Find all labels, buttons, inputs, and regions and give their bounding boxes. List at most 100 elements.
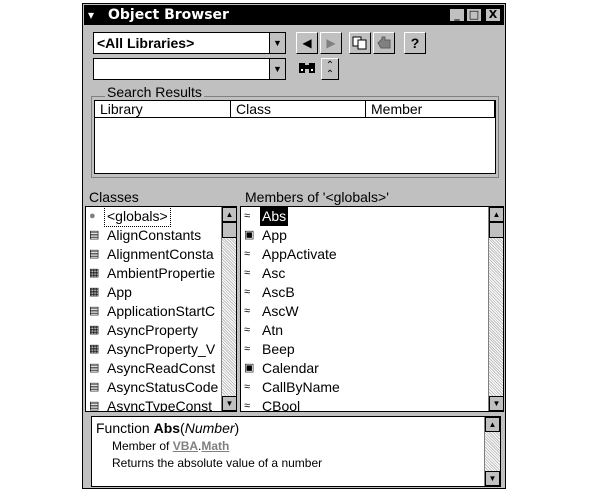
object-browser-window: ▾ Object Browser _ □ X <All Libraries> ▼… <box>82 3 506 489</box>
class-list-item[interactable]: ● <globals> <box>86 207 236 227</box>
method-icon: ≈ <box>244 324 251 336</box>
details-scroll-down-button[interactable]: ▼ <box>485 471 500 486</box>
view-definition-button[interactable] <box>373 32 395 54</box>
details-parameter: Number <box>184 420 235 436</box>
classes-scroll-up-button[interactable]: ▲ <box>222 207 236 222</box>
member-list-item-label: AscB <box>262 284 295 300</box>
class-list-item-label: <globals> <box>104 207 171 227</box>
class-list-item-label: ApplicationStartC <box>107 303 216 319</box>
details-scrollbar[interactable]: ▲ ▼ <box>484 417 500 486</box>
members-scrollbar[interactable]: ▲ ▼ <box>488 207 503 411</box>
members-scroll-thumb[interactable] <box>489 222 503 238</box>
window-title: Object Browser <box>108 7 229 23</box>
class-list-item[interactable]: ▤ AsyncStatusCode <box>86 378 236 397</box>
member-list-item[interactable]: ▣ App <box>241 226 481 245</box>
method-icon: ≈ <box>244 267 251 279</box>
back-button[interactable]: ◀ <box>296 32 318 54</box>
library-dropdown-button[interactable]: ▼ <box>269 33 285 53</box>
class-list-item-label: AsyncProperty_V <box>107 341 216 357</box>
classes-scroll-down-button[interactable]: ▼ <box>222 396 236 411</box>
method-icon: ≈ <box>244 286 251 298</box>
details-member-of-label: Member of <box>112 439 173 453</box>
app-icon[interactable]: ▾ <box>88 8 102 22</box>
classes-list[interactable]: ● <globals> ▤ AlignConstants ▤ AlignmentConst… <box>85 206 237 412</box>
method-icon: ≈ <box>244 248 251 260</box>
class-list-item[interactable]: ▦ App <box>86 283 236 302</box>
member-list-item[interactable]: ≈ CallByName <box>241 378 481 397</box>
class-list-item[interactable]: ▦ AmbientPropertie <box>86 264 236 283</box>
binoculars-icon <box>299 63 315 73</box>
details-pane[interactable]: Function Abs(Number) Member of VBA.Math … <box>91 416 501 487</box>
maximize-button[interactable]: □ <box>466 8 482 22</box>
members-list[interactable]: ≈ Abs ▣ App ≈ AppActivate ≈ Asc ≈ AscB ≈ AscW ≈ Atn ≈ B… <box>240 206 504 412</box>
member-list-item[interactable]: ≈ Beep <box>241 340 481 359</box>
members-scroll-up-button[interactable]: ▲ <box>489 207 503 222</box>
details-signature: Function Abs(Number) <box>96 420 239 436</box>
library-link[interactable]: VBA <box>173 439 198 453</box>
class-list-item-label: AsyncProperty <box>107 322 199 338</box>
close-button[interactable]: X <box>485 8 501 22</box>
copy-button[interactable] <box>349 32 371 54</box>
toggle-search-results-button[interactable]: ⌃ ⌃ <box>321 58 339 80</box>
class-list-item[interactable]: ▤ AlignmentConsta <box>86 245 236 264</box>
minimize-button[interactable]: _ <box>449 8 465 22</box>
search-dropdown-button[interactable]: ▼ <box>269 59 285 79</box>
member-list-item[interactable]: ≈ Abs <box>241 207 481 226</box>
search-combo[interactable]: ▼ <box>93 58 286 80</box>
triangle-right-icon: ▶ <box>326 36 336 50</box>
column-header-class[interactable]: Class <box>231 101 366 118</box>
property-icon: ▣ <box>244 229 255 241</box>
search-results-title: Search Results <box>105 84 204 100</box>
double-chevron-up-icon: ⌃ ⌃ <box>325 60 335 80</box>
class-icon: ▦ <box>89 324 100 336</box>
member-list-item[interactable]: ≈ AppActivate <box>241 245 481 264</box>
details-description: Returns the absolute value of a number <box>112 456 323 470</box>
members-title: Members of '<globals>' <box>245 189 389 205</box>
method-icon: ≈ <box>244 210 251 222</box>
module-link[interactable]: Math <box>201 439 229 453</box>
class-icon: ▦ <box>89 286 100 298</box>
forward-button[interactable]: ▶ <box>320 32 342 54</box>
members-scroll-down-button[interactable]: ▼ <box>489 396 503 411</box>
column-header-member[interactable]: Member <box>366 101 495 118</box>
member-list-item-label: CallByName <box>262 379 340 395</box>
class-list-item[interactable]: ▤ AsyncReadConst <box>86 359 236 378</box>
member-list-item-label: CBool <box>262 398 301 412</box>
class-list-item-label: AsyncReadConst <box>107 360 216 376</box>
method-icon: ≈ <box>244 400 251 412</box>
member-list-item[interactable]: ≈ AscW <box>241 302 481 321</box>
library-combo[interactable]: <All Libraries> ▼ <box>93 32 286 54</box>
class-list-item[interactable]: ▦ AsyncProperty_V <box>86 340 236 359</box>
class-list-item-label: AlignmentConsta <box>107 246 214 262</box>
method-icon: ≈ <box>244 381 251 393</box>
class-list-item[interactable]: ▦ AsyncProperty <box>86 321 236 340</box>
class-list-item[interactable]: ▤ AlignConstants <box>86 226 236 245</box>
details-scroll-up-button[interactable]: ▲ <box>485 417 500 432</box>
class-list-item-label: AlignConstants <box>107 227 202 243</box>
hand-icon <box>377 36 391 49</box>
class-list-item-label: App <box>107 284 132 300</box>
member-list-item-label: Beep <box>262 341 295 357</box>
member-list-item-label: AscW <box>262 303 299 319</box>
member-list-item[interactable]: ▣ Calendar <box>241 359 481 378</box>
search-results-grid[interactable]: Library Class Member <box>94 100 496 174</box>
title-bar[interactable]: ▾ Object Browser _ □ X <box>84 5 504 25</box>
member-list-item[interactable]: ≈ CBool <box>241 397 481 412</box>
enum-icon: ▤ <box>89 248 100 260</box>
class-list-item-label: AmbientPropertie <box>107 265 216 281</box>
class-list-item[interactable]: ▤ AsyncTypeConst <box>86 397 236 412</box>
member-list-item[interactable]: ≈ Atn <box>241 321 481 340</box>
enum-icon: ▤ <box>89 362 100 374</box>
column-header-library[interactable]: Library <box>95 101 231 118</box>
class-list-item[interactable]: ▤ ApplicationStartC <box>86 302 236 321</box>
member-list-item[interactable]: ≈ AscB <box>241 283 481 302</box>
classes-scroll-thumb[interactable] <box>222 222 236 238</box>
enum-icon: ▤ <box>89 305 100 317</box>
help-button[interactable]: ? <box>404 32 426 54</box>
member-list-item[interactable]: ≈ Asc <box>241 264 481 283</box>
classes-scrollbar[interactable]: ▲ ▼ <box>221 207 236 411</box>
search-button[interactable] <box>296 58 318 80</box>
member-list-item-label: Asc <box>262 265 286 281</box>
details-member-of: Member of VBA.Math <box>112 439 229 453</box>
class-list-item-label: AsyncTypeConst <box>107 398 213 412</box>
